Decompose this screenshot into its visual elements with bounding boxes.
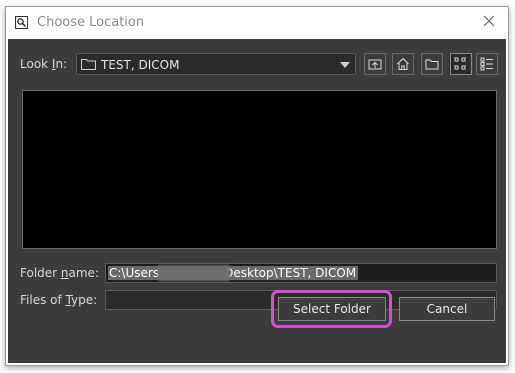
window-title: Choose Location xyxy=(37,15,145,30)
look-in-value: TEST, DICOM xyxy=(101,58,180,72)
home-icon xyxy=(397,57,409,70)
details-view-button[interactable] xyxy=(476,53,498,75)
redaction-blur xyxy=(158,265,230,281)
folder-icon xyxy=(81,58,96,73)
files-of-type-label: Files of Type: xyxy=(20,293,98,307)
file-list[interactable] xyxy=(22,90,497,249)
new-folder-icon xyxy=(425,59,439,70)
choose-location-dialog: Choose Location Look In: TEST, DICOM Fol… xyxy=(5,6,509,366)
folder-name-input[interactable]: C:\Users\ Desktop\TEST, DICOM xyxy=(105,263,497,283)
up-one-level-icon xyxy=(368,59,382,70)
list-view-icon xyxy=(454,57,466,70)
up-one-level-button[interactable] xyxy=(364,53,386,75)
new-folder-button[interactable] xyxy=(421,53,443,75)
look-in-label: Look In: xyxy=(20,57,68,71)
chevron-down-icon xyxy=(340,62,350,68)
select-folder-highlight xyxy=(271,290,392,328)
folder-name-label: Folder name: xyxy=(20,266,99,280)
close-icon[interactable] xyxy=(480,12,498,30)
home-button[interactable] xyxy=(392,53,414,75)
cancel-button[interactable]: Cancel xyxy=(399,297,495,321)
details-view-icon xyxy=(480,57,493,71)
app-search-icon xyxy=(15,16,28,29)
list-view-button[interactable] xyxy=(450,53,472,75)
title-bar[interactable]: Choose Location xyxy=(6,7,508,38)
look-in-dropdown[interactable]: TEST, DICOM xyxy=(76,53,356,75)
folder-name-value: C:\Users\ Desktop\TEST, DICOM xyxy=(108,266,359,280)
